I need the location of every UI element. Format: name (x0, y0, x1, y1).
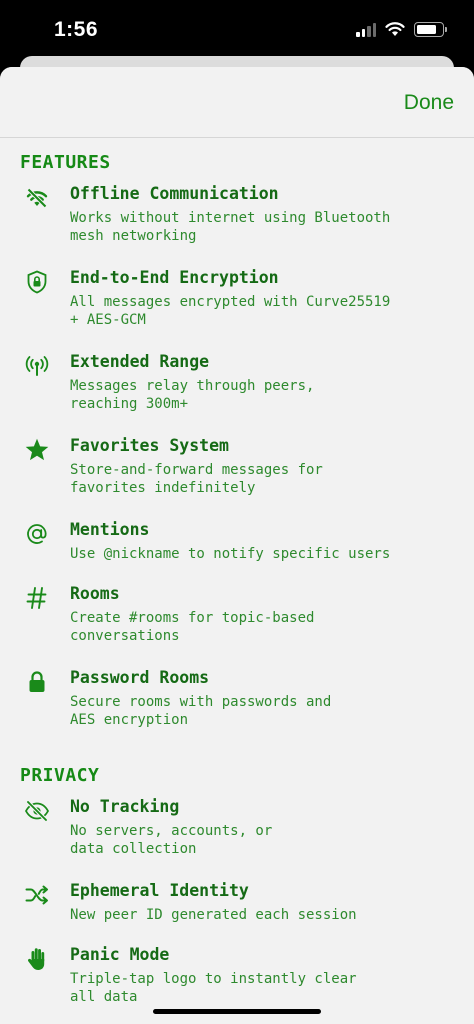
feature-ephemeral-identity: Ephemeral Identity New peer ID generated… (20, 880, 454, 924)
features-section-title: FEATURES (20, 152, 111, 173)
status-icons (356, 22, 447, 37)
feature-title: Rooms (70, 584, 120, 603)
feature-description: All messages encrypted with Curve25519 +… (70, 294, 391, 328)
eye-slash-icon (20, 796, 54, 824)
app-info-sheet: Done FEATURES Offline Communication Work… (0, 67, 474, 1024)
hand-raised-icon (20, 944, 54, 972)
feature-extended-range: Extended Range Messages relay through pe… (20, 351, 454, 413)
feature-description: Works without internet using Bluetooth m… (70, 210, 391, 244)
feature-title: Favorites System (70, 436, 229, 455)
feature-description: Triple-tap logo to instantly clear all d… (70, 971, 357, 1005)
feature-favorites-system: Favorites System Store-and-forward messa… (20, 435, 454, 497)
feature-no-tracking: No Tracking No servers, accounts, or dat… (20, 796, 454, 858)
shuffle-icon (20, 880, 54, 908)
navigation-bar: Done (0, 67, 474, 138)
star-icon (20, 435, 54, 463)
feature-title: Offline Communication (70, 184, 279, 203)
feature-title: Mentions (70, 520, 150, 539)
status-time: 1:56 (54, 18, 99, 41)
feature-description: Messages relay through peers, reaching 3… (70, 378, 315, 412)
status-bar: 1:56 (0, 0, 474, 64)
feature-rooms: Rooms Create #rooms for topic-based conv… (20, 583, 454, 645)
feature-description: No servers, accounts, or data collection (70, 823, 273, 857)
feature-description: New peer ID generated each session (70, 907, 357, 923)
battery-icon (414, 22, 447, 37)
feature-description: Use @nickname to notify specific users (70, 546, 391, 562)
sheet-content[interactable]: FEATURES Offline Communication Works wit… (0, 152, 474, 1006)
privacy-section-title: PRIVACY (20, 765, 100, 786)
lock-shield-icon (20, 267, 54, 295)
feature-description: Secure rooms with passwords and AES encr… (70, 694, 332, 728)
cellular-signal-icon (356, 22, 376, 37)
lock-icon (20, 667, 54, 695)
feature-title: End-to-End Encryption (70, 268, 279, 287)
feature-offline-communication: Offline Communication Works without inte… (20, 183, 454, 245)
wifi-icon (385, 22, 405, 36)
feature-title: No Tracking (70, 797, 180, 816)
feature-title: Ephemeral Identity (70, 881, 249, 900)
feature-password-rooms: Password Rooms Secure rooms with passwor… (20, 667, 454, 729)
feature-title: Extended Range (70, 352, 210, 371)
feature-title: Panic Mode (70, 945, 170, 964)
feature-end-to-end-encryption: End-to-End Encryption All messages encry… (20, 267, 454, 329)
antenna-icon (20, 351, 54, 379)
feature-title: Password Rooms (70, 668, 210, 687)
feature-mentions: Mentions Use @nickname to notify specifi… (20, 519, 454, 563)
done-button[interactable]: Done (404, 91, 454, 115)
home-indicator (153, 1009, 321, 1014)
feature-description: Create #rooms for topic-based conversati… (70, 610, 315, 644)
hash-icon (20, 583, 54, 611)
feature-description: Store-and-forward messages for favorites… (70, 462, 323, 496)
wifi-off-icon (20, 183, 54, 211)
at-sign-icon (20, 519, 54, 547)
feature-panic-mode: Panic Mode Triple-tap logo to instantly … (20, 944, 454, 1006)
